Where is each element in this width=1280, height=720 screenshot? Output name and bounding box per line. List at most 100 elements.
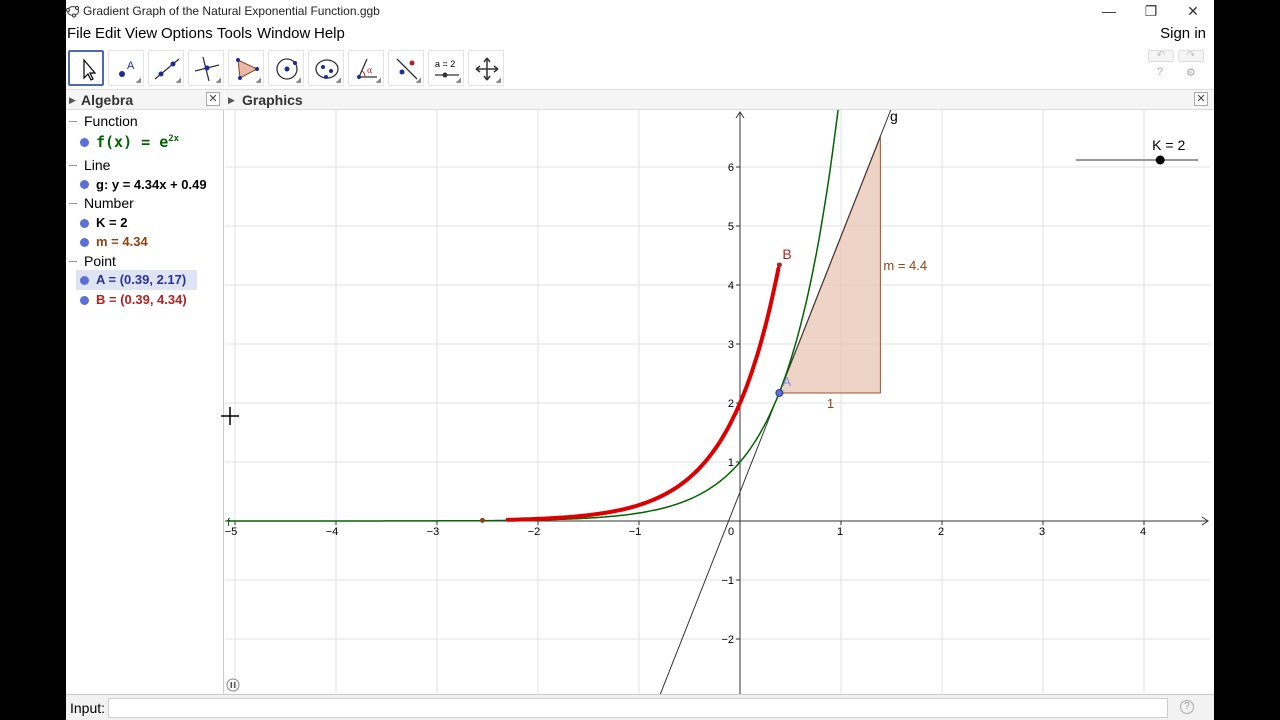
- crosshair-cursor-icon: [221, 407, 239, 425]
- cursor-arrow-icon: [83, 58, 97, 81]
- help-icon[interactable]: ?: [1157, 66, 1163, 78]
- x-tick-label: −3: [427, 526, 440, 538]
- slider-K-handle[interactable]: [1155, 155, 1165, 165]
- window-title: Gradient Graph of the Natural Exponentia…: [83, 4, 380, 18]
- move-graphics-tool-button[interactable]: ◢: [468, 50, 504, 86]
- menu-edit[interactable]: Edit: [95, 25, 121, 42]
- run-label: 1: [827, 396, 834, 411]
- category-number[interactable]: Number: [84, 195, 134, 211]
- point-A-entry[interactable]: A = (0.39, 2.17): [96, 272, 186, 287]
- redo-button[interactable]: ↷: [1178, 50, 1204, 62]
- graphics-view[interactable]: −5 −4 −3 −2 −1 0 1 2 3 4 −2 −1 1 2 3 4 5 6 1 m = 4.4 g f A B K =…: [225, 110, 1210, 694]
- graphics-view-header: ▶ Graphics ✕: [225, 90, 1214, 110]
- close-graphics-button[interactable]: ✕: [1194, 92, 1208, 106]
- point-tool-button[interactable]: A ◢: [108, 50, 144, 86]
- menu-window[interactable]: Window: [257, 25, 310, 42]
- x-tick-label: 3: [1039, 526, 1045, 538]
- y-tick-label: 4: [728, 280, 734, 292]
- y-tick-label: 1: [728, 457, 734, 469]
- geogebra-logo-icon: [66, 5, 80, 18]
- restore-button[interactable]: ❐: [1128, 0, 1174, 22]
- algebra-view: Function f(x) = e2x Line g: y = 4.34x + …: [66, 110, 224, 694]
- function-f-entry[interactable]: f(x) = e2x: [96, 133, 179, 151]
- line-g-label: g: [890, 110, 898, 124]
- line-g-entry[interactable]: g: y = 4.34x + 0.49: [96, 177, 207, 192]
- minimize-button[interactable]: —: [1086, 0, 1132, 22]
- angle-tool-button[interactable]: α ◢: [348, 50, 384, 86]
- conic-tool-button[interactable]: ◢: [308, 50, 344, 86]
- menu-options[interactable]: Options: [161, 25, 213, 42]
- toolbar: A ◢ ◢ ◢ ◢ ◢ ◢ α ◢ ◢ a = 2 ◢ ◢ ↶ ↷ ? ⚙: [66, 46, 1214, 90]
- animation-pause-button[interactable]: [226, 678, 240, 692]
- point-B-entry[interactable]: B = (0.39, 4.34): [96, 292, 187, 307]
- point-A[interactable]: [775, 388, 784, 397]
- polygon-tool-button[interactable]: ◢: [228, 50, 264, 86]
- close-window-button[interactable]: ✕: [1170, 0, 1214, 22]
- menu-tools[interactable]: Tools: [217, 25, 252, 42]
- geogebra-window: Gradient Graph of the Natural Exponentia…: [66, 0, 1214, 720]
- slider-tool-label: a = 2: [435, 59, 455, 69]
- algebra-view-header: ▶ Algebra ✕: [66, 90, 224, 110]
- category-line[interactable]: Line: [84, 157, 110, 173]
- trace-start-point: [479, 517, 485, 523]
- y-tick-label: 6: [728, 162, 734, 174]
- y-tick-label: −2: [721, 634, 734, 646]
- tangent-line-g[interactable]: [654, 110, 892, 694]
- settings-icon[interactable]: ⚙: [1186, 66, 1196, 79]
- circle-tool-button[interactable]: ◢: [268, 50, 304, 86]
- title-bar: Gradient Graph of the Natural Exponentia…: [66, 0, 1214, 22]
- graphics-canvas[interactable]: −5 −4 −3 −2 −1 0 1 2 3 4−2−11234561m = 4.4gfABK =…: [225, 110, 1210, 694]
- close-algebra-button[interactable]: ✕: [206, 92, 220, 106]
- sign-in-button[interactable]: Sign in: [1160, 25, 1206, 42]
- graphics-view-title: Graphics: [242, 92, 303, 108]
- y-tick-label: 3: [728, 339, 734, 351]
- visibility-toggle-A[interactable]: [80, 276, 89, 285]
- menu-help[interactable]: Help: [314, 25, 345, 42]
- slope-label: m = 4.4: [883, 258, 927, 273]
- input-help-icon[interactable]: ?: [1180, 700, 1194, 714]
- expand-arrow-icon[interactable]: ▶: [69, 95, 76, 106]
- svg-text:α: α: [367, 66, 373, 75]
- y-tick-label: −1: [721, 575, 734, 587]
- algebra-view-title: Algebra: [81, 92, 134, 108]
- undo-button[interactable]: ↶: [1148, 50, 1174, 62]
- visibility-toggle-m[interactable]: [80, 238, 89, 247]
- category-point[interactable]: Point: [84, 253, 116, 269]
- point-A-label: A: [782, 374, 791, 389]
- visibility-toggle-g[interactable]: [80, 180, 89, 189]
- visibility-toggle-K[interactable]: [80, 219, 89, 228]
- menu-file[interactable]: File: [67, 25, 91, 42]
- x-tick-label: −2: [528, 526, 541, 538]
- category-function[interactable]: Function: [84, 113, 138, 129]
- y-tick-label: 5: [728, 221, 734, 233]
- y-tick-label: 2: [728, 398, 734, 410]
- point-B-label: B: [782, 246, 791, 262]
- x-tick-label: −4: [326, 526, 339, 538]
- input-field[interactable]: [108, 698, 1168, 718]
- line-tool-button[interactable]: ◢: [148, 50, 184, 86]
- visibility-toggle-f[interactable]: [80, 138, 89, 147]
- input-bar: Input: ?: [66, 694, 1214, 720]
- move-tool-button[interactable]: [68, 50, 104, 86]
- pause-icon-bar: [230, 682, 233, 688]
- function-f-base: f(x) = e: [96, 133, 169, 151]
- menu-bar: File Edit View Options Tools Window Help…: [66, 22, 1214, 46]
- input-label: Input:: [70, 700, 106, 716]
- function-f-exponent: 2x: [168, 134, 180, 144]
- number-m-entry[interactable]: m = 4.34: [96, 234, 148, 249]
- number-K-entry[interactable]: K = 2: [96, 215, 127, 230]
- svg-text:A: A: [127, 60, 135, 72]
- point-B[interactable]: [776, 262, 782, 268]
- expand-arrow-icon[interactable]: ▶: [228, 95, 235, 106]
- x-tick-label: −1: [629, 526, 642, 538]
- menu-view[interactable]: View: [125, 25, 157, 42]
- function-f-curve[interactable]: [228, 110, 839, 522]
- pause-icon-bar: [233, 682, 236, 688]
- gradient-trace-curve[interactable]: [505, 266, 781, 522]
- visibility-toggle-B[interactable]: [80, 296, 89, 305]
- perpendicular-line-tool-button[interactable]: ◢: [188, 50, 224, 86]
- slider-tool-button[interactable]: a = 2 ◢: [428, 50, 464, 86]
- x-tick-label: 0: [728, 526, 734, 538]
- slider-K-label: K = 2: [1152, 137, 1185, 153]
- reflect-tool-button[interactable]: ◢: [388, 50, 424, 86]
